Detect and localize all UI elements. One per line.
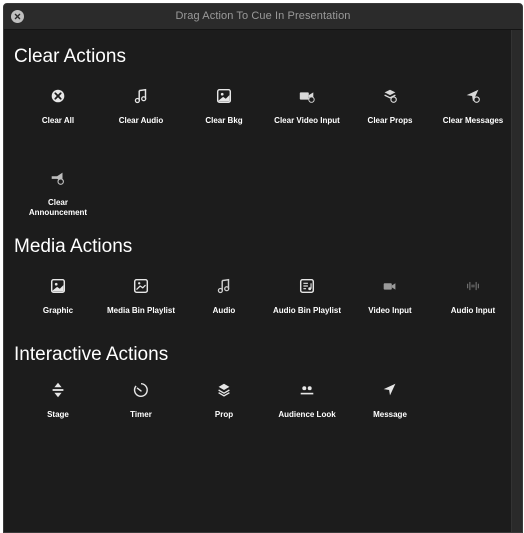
title-bar[interactable]: Drag Action To Cue In Presentation bbox=[4, 4, 522, 30]
props-icon bbox=[380, 86, 400, 106]
graphic-icon bbox=[48, 276, 68, 296]
action-audio[interactable]: Audio bbox=[184, 276, 264, 316]
action-timer[interactable]: Timer bbox=[101, 380, 181, 420]
action-clear-announcement[interactable]: Clear Announcement bbox=[18, 168, 98, 218]
announcement-icon bbox=[48, 168, 68, 188]
action-label: Graphic bbox=[42, 306, 74, 315]
music-note-icon bbox=[214, 276, 234, 296]
action-stage[interactable]: Stage bbox=[18, 380, 98, 420]
action-graphic[interactable]: Graphic bbox=[18, 276, 98, 316]
clear-all-icon bbox=[48, 86, 68, 106]
window-title: Drag Action To Cue In Presentation bbox=[175, 10, 351, 22]
action-message[interactable]: Message bbox=[350, 380, 430, 420]
stage-icon bbox=[48, 380, 68, 400]
action-label: Clear Video Input bbox=[274, 116, 340, 125]
action-clear-bkg[interactable]: Clear Bkg bbox=[184, 86, 264, 126]
music-note-icon bbox=[131, 86, 151, 106]
action-label: Clear Messages bbox=[442, 116, 504, 125]
video-camera-icon bbox=[380, 276, 400, 296]
action-video-input[interactable]: Video Input bbox=[350, 276, 430, 316]
action-label: Clear Bkg bbox=[205, 116, 243, 125]
action-media-bin-playlist[interactable]: Media Bin Playlist bbox=[101, 276, 181, 316]
section-title-clear: Clear Actions bbox=[14, 46, 126, 67]
action-label: Clear All bbox=[41, 116, 75, 125]
action-clear-all[interactable]: Clear All bbox=[18, 86, 98, 126]
audio-bin-playlist-icon bbox=[297, 276, 317, 296]
section-title-interactive: Interactive Actions bbox=[14, 344, 169, 365]
action-label: Clear Announcement bbox=[28, 198, 88, 217]
action-clear-audio[interactable]: Clear Audio bbox=[101, 86, 181, 126]
audience-look-icon bbox=[297, 380, 317, 400]
section-title-media: Media Actions bbox=[14, 236, 133, 257]
action-audio-bin-playlist[interactable]: Audio Bin Playlist bbox=[267, 276, 347, 316]
action-label: Audio Input bbox=[450, 306, 496, 315]
action-label: Timer bbox=[130, 410, 152, 419]
action-audience-look[interactable]: Audience Look bbox=[267, 380, 347, 420]
action-label: Audience Look bbox=[278, 410, 336, 419]
action-label: Prop bbox=[214, 410, 234, 419]
message-icon bbox=[463, 86, 483, 106]
action-prop[interactable]: Prop bbox=[184, 380, 264, 420]
timer-icon bbox=[131, 380, 151, 400]
media-bin-playlist-icon bbox=[131, 276, 151, 296]
action-label: Audio bbox=[212, 306, 236, 315]
message-arrow-icon bbox=[380, 380, 400, 400]
action-clear-props[interactable]: Clear Props bbox=[350, 86, 430, 126]
audio-input-icon bbox=[463, 276, 483, 296]
vertical-scrollbar[interactable] bbox=[511, 30, 522, 532]
action-label: Clear Props bbox=[367, 116, 413, 125]
action-palette-window: Drag Action To Cue In Presentation Clear… bbox=[3, 3, 523, 533]
action-clear-messages[interactable]: Clear Messages bbox=[433, 86, 513, 126]
action-label: Video Input bbox=[368, 306, 412, 315]
actions-content: Clear Actions Clear All Clear Audio Clea… bbox=[4, 30, 512, 532]
video-input-icon bbox=[297, 86, 317, 106]
action-label: Audio Bin Playlist bbox=[272, 306, 341, 315]
action-audio-input[interactable]: Audio Input bbox=[433, 276, 513, 316]
prop-icon bbox=[214, 380, 234, 400]
action-label: Stage bbox=[47, 410, 69, 419]
action-label: Media Bin Playlist bbox=[106, 306, 176, 315]
action-clear-video-input[interactable]: Clear Video Input bbox=[267, 86, 347, 126]
action-label: Clear Audio bbox=[118, 116, 164, 125]
action-label: Message bbox=[373, 410, 407, 419]
image-icon bbox=[214, 86, 234, 106]
